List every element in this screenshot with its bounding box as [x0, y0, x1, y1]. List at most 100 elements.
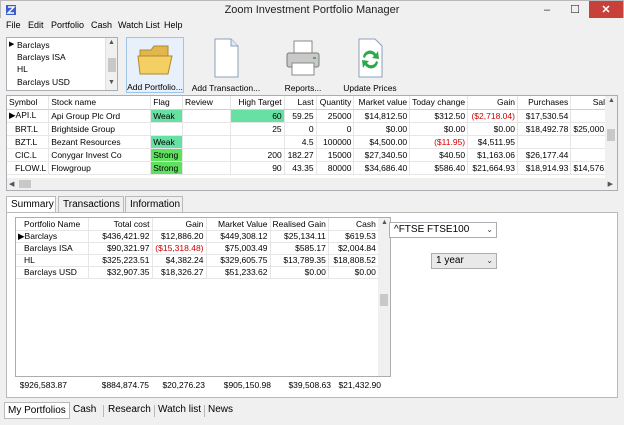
- portfolio-list-item[interactable]: Barclays USD: [7, 76, 105, 88]
- menu-file[interactable]: File: [6, 20, 21, 30]
- menu-help[interactable]: Help: [164, 20, 183, 30]
- tab-cash[interactable]: Cash: [70, 402, 99, 419]
- tab-watch-list[interactable]: Watch list: [155, 402, 204, 419]
- table-row[interactable]: Barclays ISA $90,321.97 ($15,318.48) $75…: [16, 242, 379, 255]
- cell-quantity: 0: [316, 122, 355, 136]
- column-header-total-cost[interactable]: Total cost: [88, 218, 153, 231]
- index-select[interactable]: ^FTSE FTSE100 ⌄: [389, 222, 497, 238]
- portfolio-summary-grid[interactable]: Portfolio Name Total cost Gain Market Va…: [15, 217, 391, 377]
- column-header-cash[interactable]: Cash: [328, 218, 379, 231]
- scroll-down-icon[interactable]: ▼: [108, 79, 115, 86]
- table-row[interactable]: Barclays USD $32,907.35 $18,326.27 $51,2…: [16, 266, 379, 279]
- cell-market-value: $4,500.00: [353, 135, 411, 149]
- column-header-stock-name[interactable]: Stock name: [48, 96, 152, 110]
- holdings-grid[interactable]: Symbol Stock name Flag Review High Targe…: [6, 95, 618, 191]
- cell-last: 4.5: [284, 135, 317, 149]
- table-row[interactable]: CIC.L Conygar Invest Co Strong 200 182.2…: [7, 148, 617, 162]
- cell-review: [182, 109, 232, 123]
- cell-realised-gain: $585.17: [270, 242, 329, 255]
- scroll-up-icon[interactable]: ▲: [608, 97, 615, 104]
- column-header-market-value[interactable]: Market value: [353, 96, 411, 110]
- menu-watch-list[interactable]: Watch List: [118, 20, 160, 30]
- period-select[interactable]: 1 year ⌄: [431, 253, 497, 269]
- add-portfolio-button[interactable]: Add Portfolio...: [126, 37, 184, 93]
- menu-edit[interactable]: Edit: [28, 20, 44, 30]
- column-header-gain[interactable]: Gain: [152, 218, 207, 231]
- scrollbar-thumb[interactable]: [19, 180, 31, 188]
- portfolio-list[interactable]: ▶ Barclays Barclays ISA HL Barclays USD …: [6, 37, 118, 91]
- column-header-last[interactable]: Last: [284, 96, 317, 110]
- tab-my-portfolios[interactable]: My Portfolios: [4, 402, 70, 419]
- portfolio-list-item[interactable]: ▶ Barclays: [7, 39, 105, 51]
- column-header-realised-gain[interactable]: Realised Gain: [270, 218, 329, 231]
- holdings-horizontal-scrollbar[interactable]: ◀ ▶: [7, 178, 617, 190]
- table-row[interactable]: BZT.L Bezant Resources Weak 4.5 100000 $…: [7, 135, 617, 149]
- column-header-portfolio-name[interactable]: Portfolio Name: [16, 218, 89, 231]
- column-header-purchases[interactable]: Purchases: [517, 96, 572, 110]
- tab-news[interactable]: News: [205, 402, 236, 419]
- tab-research[interactable]: Research: [105, 402, 154, 419]
- holdings-vertical-scrollbar[interactable]: ▲: [605, 96, 617, 178]
- column-header-review[interactable]: Review: [182, 96, 232, 110]
- cell-today-change: $0.00: [409, 122, 469, 136]
- table-row[interactable]: FLOW.L Flowgroup Strong 90 43.35 80000 $…: [7, 161, 617, 175]
- column-header-symbol[interactable]: Symbol: [7, 96, 50, 110]
- cell-purchases: $17,530.54: [517, 109, 572, 123]
- cell-gain: $12,886.20: [152, 230, 207, 243]
- scrollbar-thumb[interactable]: [380, 294, 388, 306]
- cell-today-change: $586.40: [409, 161, 469, 175]
- cell-total-cost: $90,321.97: [88, 242, 153, 255]
- column-header-flag[interactable]: Flag: [150, 96, 183, 110]
- holdings-header-row: Symbol Stock name Flag Review High Targe…: [7, 96, 617, 110]
- cell-last: 43.35: [284, 161, 317, 175]
- chevron-down-icon: ⌄: [486, 256, 493, 265]
- table-row[interactable]: HL $325,223.51 $4,382.24 $329,605.75 $13…: [16, 254, 379, 267]
- cell-review: [182, 161, 232, 175]
- column-header-market-value[interactable]: Market Value: [206, 218, 271, 231]
- tab-transactions[interactable]: Transactions: [58, 196, 124, 212]
- cell-quantity: 25000: [316, 109, 355, 123]
- total-value: $926,583.87: [19, 380, 67, 390]
- reports-button[interactable]: Reports...: [274, 37, 332, 93]
- portfolio-list-item[interactable]: Barclays ISA: [7, 51, 105, 63]
- scroll-right-icon[interactable]: ▶: [608, 180, 613, 188]
- cell-stock-name: Api Group Plc Ord: [48, 109, 152, 123]
- cell-total-cost: $436,421.92: [88, 230, 153, 243]
- scrollbar-thumb[interactable]: [108, 58, 116, 72]
- portfolio-list-scrollbar[interactable]: ▲ ▼: [105, 38, 117, 90]
- menu-portfolio[interactable]: Portfolio: [51, 20, 84, 30]
- scrollbar-thumb[interactable]: [607, 129, 615, 141]
- add-transaction-button[interactable]: Add Transaction...: [190, 37, 262, 93]
- column-header-quantity[interactable]: Quantity: [316, 96, 355, 110]
- portfolio-list-item[interactable]: HL: [7, 63, 105, 75]
- cell-flag: [150, 122, 183, 136]
- tab-information[interactable]: Information: [125, 196, 183, 212]
- cell-symbol: FLOW.L: [7, 161, 50, 175]
- cell-gain: $4,511.95: [467, 135, 518, 149]
- menu-cash[interactable]: Cash: [91, 20, 112, 30]
- cell-stock-name: Conygar Invest Co: [48, 148, 152, 162]
- maximize-button[interactable]: ☐: [561, 1, 589, 19]
- scroll-up-icon[interactable]: ▲: [108, 39, 115, 46]
- table-row[interactable]: BRT.L Brightside Group 25 0 0 $0.00 $0.0…: [7, 122, 617, 136]
- column-header-high-target[interactable]: High Target: [230, 96, 285, 110]
- table-row[interactable]: ▶Barclays $436,421.92 $12,886.20 $449,30…: [16, 230, 379, 243]
- summary-vertical-scrollbar[interactable]: ▲: [378, 218, 390, 376]
- cell-portfolio-name: HL: [16, 254, 89, 267]
- scroll-left-icon[interactable]: ◀: [9, 180, 14, 188]
- scroll-up-icon[interactable]: ▲: [381, 219, 388, 226]
- cell-market-value: $51,233.62: [206, 266, 271, 279]
- table-row[interactable]: ▶API.L Api Group Plc Ord Weak 60 59.25 2…: [7, 109, 617, 123]
- tab-summary[interactable]: Summary: [6, 196, 56, 213]
- cell-portfolio-name: Barclays: [24, 230, 58, 241]
- close-button[interactable]: ✕: [589, 1, 623, 19]
- cell-flag: Weak: [150, 135, 183, 149]
- column-header-today-change[interactable]: Today change: [409, 96, 469, 110]
- portfolio-summary-table: Portfolio Name Total cost Gain Market Va…: [16, 218, 379, 279]
- minimize-button[interactable]: –: [533, 1, 561, 19]
- cell-today-change: ($11.95): [409, 135, 469, 149]
- column-header-gain[interactable]: Gain: [467, 96, 518, 110]
- cell-total-cost: $325,223.51: [88, 254, 153, 267]
- update-prices-button[interactable]: Update Prices: [340, 37, 400, 93]
- cell-total-cost: $32,907.35: [88, 266, 153, 279]
